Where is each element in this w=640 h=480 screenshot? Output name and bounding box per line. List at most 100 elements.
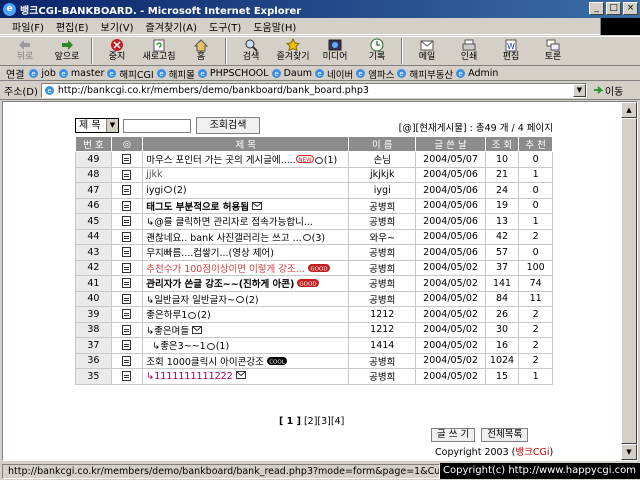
address-dropdown-icon[interactable]: ▼	[572, 84, 586, 97]
search-button[interactable]: 조회검색	[196, 117, 260, 134]
col-date[interactable]: 글 쓴 날	[415, 136, 486, 152]
post-title[interactable]: 태그도 부분적으로 허용됨	[146, 202, 249, 213]
row-author[interactable]: jkjkjk	[348, 166, 417, 183]
write-button[interactable]: 글 쓰 기	[431, 428, 476, 442]
toolbar-button-back-arrow[interactable]: 뒤로	[4, 37, 46, 65]
scroll-thumb[interactable]	[621, 118, 637, 444]
scroll-down-icon[interactable]: ▼	[621, 444, 637, 460]
toolbar-button-forward-arrow[interactable]: 앞으로	[46, 37, 88, 65]
link-item[interactable]: e Admin	[455, 68, 498, 79]
post-title[interactable]: ↳좋은3~~1	[146, 341, 205, 352]
toolbar-button-refresh[interactable]: 새로고침	[138, 37, 180, 65]
row-author[interactable]: iygi	[348, 182, 417, 199]
close-button[interactable]: ×	[623, 2, 638, 15]
row-title-cell[interactable]: ↳@를 클릭하면 관리자로 접속가능합니...	[142, 213, 350, 230]
page-link-4[interactable]: [4]	[331, 416, 344, 427]
link-item[interactable]: e PHPSCHOOL	[197, 68, 269, 79]
toolbar-button-print[interactable]: 인쇄	[448, 37, 490, 65]
post-title[interactable]: ↳1111111111222	[146, 371, 233, 382]
table-row[interactable]: 42 추천수가 100점이상이면 이렇게 강조... GOOD 공병희 2004/05…	[75, 259, 553, 276]
row-author[interactable]: 1414	[348, 337, 417, 354]
link-item[interactable]: e 엠파스	[355, 67, 394, 80]
row-author[interactable]: 공병희	[348, 275, 417, 292]
row-author[interactable]: 공병희	[348, 352, 417, 369]
search-field-select[interactable]: 제 목 ▼	[75, 118, 119, 133]
scroll-up-icon[interactable]: ▲	[621, 102, 637, 118]
maximize-button[interactable]: □	[606, 2, 621, 15]
toolbar-button-discuss[interactable]: 토론	[532, 37, 574, 65]
toolbar-button-home[interactable]: 홈	[180, 37, 222, 65]
post-title[interactable]: 관리자가 쓴글 강조~~(진하게 아콘)	[146, 279, 294, 290]
row-author[interactable]: 공병희	[348, 244, 417, 261]
list-all-button[interactable]: 전체목록	[481, 428, 529, 442]
row-author[interactable]: 공병희	[348, 197, 417, 214]
row-title-cell[interactable]: 태그도 부분적으로 허용됨	[142, 197, 350, 214]
vertical-scrollbar[interactable]: ▲ ▼	[621, 102, 637, 460]
table-row[interactable]: 46 태그도 부분적으로 허용됨 공병희 2004/05/06 19 0	[75, 197, 553, 214]
post-title[interactable]: 괜찮네요.. bank 사진갤러리는 쓰고 ...	[146, 233, 301, 244]
table-row[interactable]: 47 iygi (2) iygi 2004/05/06 24 0	[75, 182, 553, 199]
row-title-cell[interactable]: 조회 1000클릭시 아이콘강조 COOL	[142, 352, 350, 369]
row-title-cell[interactable]: 무지빠름....컵쌓기...(영상 제어)	[142, 244, 350, 261]
col-views[interactable]: 조 회	[484, 136, 520, 152]
link-item[interactable]: e 네이버	[314, 67, 353, 80]
toolbar-button-media[interactable]: 미디어	[314, 37, 356, 65]
menu-edit[interactable]: 편집(E)	[50, 19, 95, 34]
row-author[interactable]: 와우~	[348, 228, 417, 245]
table-row[interactable]: 44 괜찮네요.. bank 사진갤러리는 쓰고 ... (3) 와우~ 2004/05…	[75, 228, 553, 245]
post-title[interactable]: 추천수가 100점이상이면 이렇게 강조...	[146, 264, 305, 275]
menu-file[interactable]: 파일(F)	[6, 19, 50, 34]
col-name[interactable]: 이 름	[348, 136, 417, 152]
table-row[interactable]: 35 ↳1111111111222 공병희 2004/05/02 15 1	[75, 368, 553, 385]
table-row[interactable]: 37 ↳좋은3~~1 (1) 1414 2004/05/02 16 2	[75, 337, 553, 354]
copyright-link[interactable]: 뱅크CGi	[515, 447, 549, 458]
row-author[interactable]: 공병희	[348, 259, 417, 276]
toolbar-button-mail[interactable]: 메일	[406, 37, 448, 65]
menu-view[interactable]: 보기(V)	[95, 19, 140, 34]
row-author[interactable]: 1212	[348, 306, 417, 323]
menu-tools[interactable]: 도구(T)	[203, 19, 247, 34]
table-row[interactable]: 40 ↳일반글자 일반글자~ (2) 공병희 2004/05/02 84 11	[75, 290, 553, 307]
row-title-cell[interactable]: 괜찮네요.. bank 사진갤러리는 쓰고 ... (3)	[142, 228, 350, 245]
page-link-3[interactable]: [3]	[317, 416, 330, 427]
row-title-cell[interactable]: 추천수가 100점이상이면 이렇게 강조... GOOD	[142, 259, 350, 276]
post-title[interactable]: 마우스 포인터 가는 곳의 게시글에.....	[146, 155, 296, 166]
address-input[interactable]: e http://bankcgi.co.kr/members/demo/bank…	[40, 83, 587, 98]
post-title[interactable]: iygi	[146, 185, 163, 196]
link-item[interactable]: e master	[58, 68, 104, 79]
post-title[interactable]: ↳@를 클릭하면 관리자로 접속가능합니...	[146, 217, 313, 228]
post-title[interactable]: ↳일반글자 일반글자~	[146, 295, 235, 306]
row-author[interactable]: 공병희	[348, 368, 417, 385]
link-item[interactable]: e Daum	[271, 68, 312, 79]
table-row[interactable]: 49 마우스 포인터 가는 곳의 게시글에..... NEW (1) 손님 2004/05…	[75, 151, 553, 168]
row-author[interactable]: 공병희	[348, 290, 417, 307]
search-input[interactable]	[123, 119, 191, 133]
toolbar-button-history[interactable]: 기록	[356, 37, 398, 65]
post-title[interactable]: 좋은하루1	[146, 310, 187, 321]
row-title-cell[interactable]: iygi (2)	[142, 182, 350, 199]
table-row[interactable]: 43 무지빠름....컵쌓기...(영상 제어) 공병희 2004/05/06 57 0	[75, 244, 553, 261]
row-author[interactable]: 공병희	[348, 213, 417, 230]
row-title-cell[interactable]: ↳좋은3~~1 (1)	[142, 337, 350, 354]
menu-help[interactable]: 도움말(H)	[247, 19, 302, 34]
post-title[interactable]: ↳좋은며들	[146, 326, 189, 337]
post-title[interactable]: 무지빠름....컵쌓기...(영상 제어)	[146, 248, 274, 259]
menu-favorites[interactable]: 즐겨찾기(A)	[140, 19, 203, 34]
table-row[interactable]: 41 관리자가 쓴글 강조~~(진하게 아콘) GOOD 공병희 2004/05/02…	[75, 275, 553, 292]
post-title[interactable]: 조회 1000클릭시 아이콘강조	[146, 357, 264, 368]
link-item[interactable]: e job	[28, 68, 56, 79]
link-item[interactable]: e 해피몰	[156, 67, 195, 80]
page-link-2[interactable]: [2]	[304, 416, 317, 427]
toolbar-button-stop[interactable]: 중지	[96, 37, 138, 65]
toolbar-button-search[interactable]: 검색	[230, 37, 272, 65]
row-title-cell[interactable]: ↳일반글자 일반글자~ (2)	[142, 290, 350, 307]
toolbar-button-edit[interactable]: W 편집	[490, 37, 532, 65]
row-title-cell[interactable]: ↳좋은며들	[142, 321, 350, 338]
row-author[interactable]: 손님	[348, 151, 417, 168]
col-title[interactable]: 제 목	[142, 136, 350, 152]
post-title[interactable]: jjkk	[146, 169, 162, 180]
link-item[interactable]: e 해피부동산	[396, 67, 453, 80]
table-row[interactable]: 48 jjkk jkjkjk 2004/05/06 21 1	[75, 166, 553, 183]
row-title-cell[interactable]: jjkk	[142, 166, 350, 183]
go-button[interactable]: 이동	[593, 83, 623, 98]
